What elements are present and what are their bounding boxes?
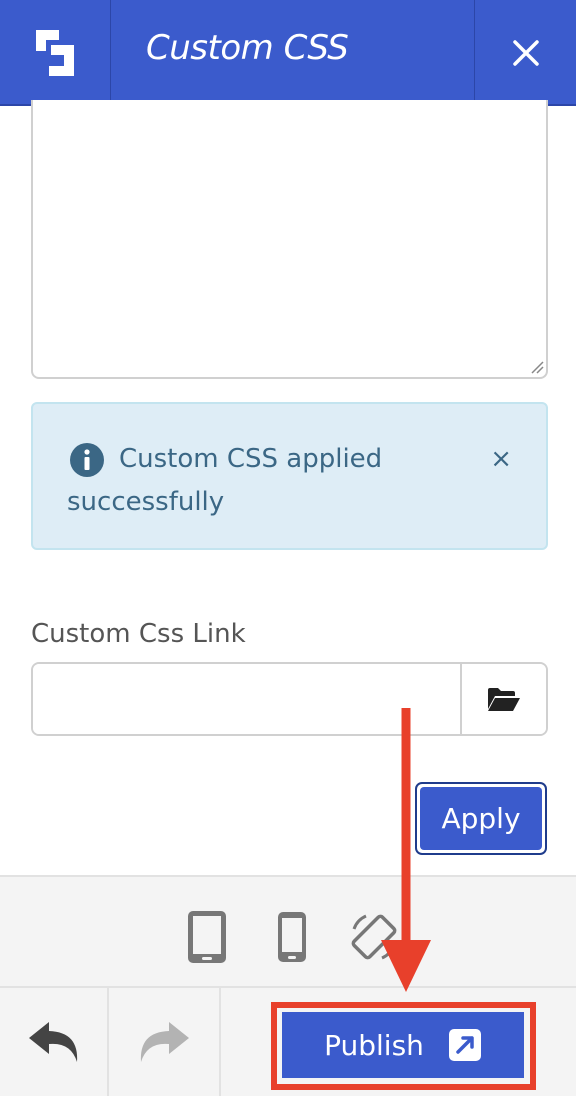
close-icon bbox=[512, 40, 539, 66]
redo-button[interactable] bbox=[109, 988, 221, 1096]
folder-open-icon bbox=[488, 688, 520, 711]
undo-button[interactable] bbox=[0, 988, 109, 1096]
publish-button[interactable]: Publish bbox=[282, 1012, 524, 1078]
tablet-icon[interactable] bbox=[186, 909, 228, 965]
apply-button[interactable]: Apply bbox=[415, 782, 547, 855]
apply-button-label: Apply bbox=[420, 787, 542, 850]
logo-button[interactable] bbox=[0, 0, 111, 106]
undo-icon bbox=[28, 1022, 77, 1062]
builder-logo-icon bbox=[36, 30, 74, 76]
publish-label: Publish bbox=[324, 1028, 424, 1062]
css-link-input[interactable] bbox=[33, 664, 460, 734]
browse-button[interactable] bbox=[460, 664, 546, 734]
success-alert: Custom CSS applied successfully × bbox=[31, 402, 548, 550]
device-preview-bar bbox=[0, 875, 576, 988]
resize-grip-icon[interactable] bbox=[528, 358, 544, 374]
panel-title: Custom CSS bbox=[146, 28, 349, 68]
css-link-group bbox=[31, 662, 548, 736]
panel-header: Custom CSS bbox=[0, 0, 576, 106]
mobile-icon[interactable] bbox=[276, 909, 308, 965]
close-button[interactable] bbox=[474, 0, 576, 106]
alert-dismiss-button[interactable]: × bbox=[490, 444, 512, 474]
external-link-icon bbox=[448, 1029, 481, 1061]
redo-icon bbox=[140, 1022, 189, 1062]
bottom-toolbar: Publish bbox=[0, 988, 576, 1096]
alert-message: Custom CSS applied successfully bbox=[67, 444, 383, 517]
custom-css-editor[interactable] bbox=[31, 100, 548, 379]
rotate-icon[interactable] bbox=[346, 909, 402, 965]
css-link-label: Custom Css Link bbox=[31, 619, 246, 649]
